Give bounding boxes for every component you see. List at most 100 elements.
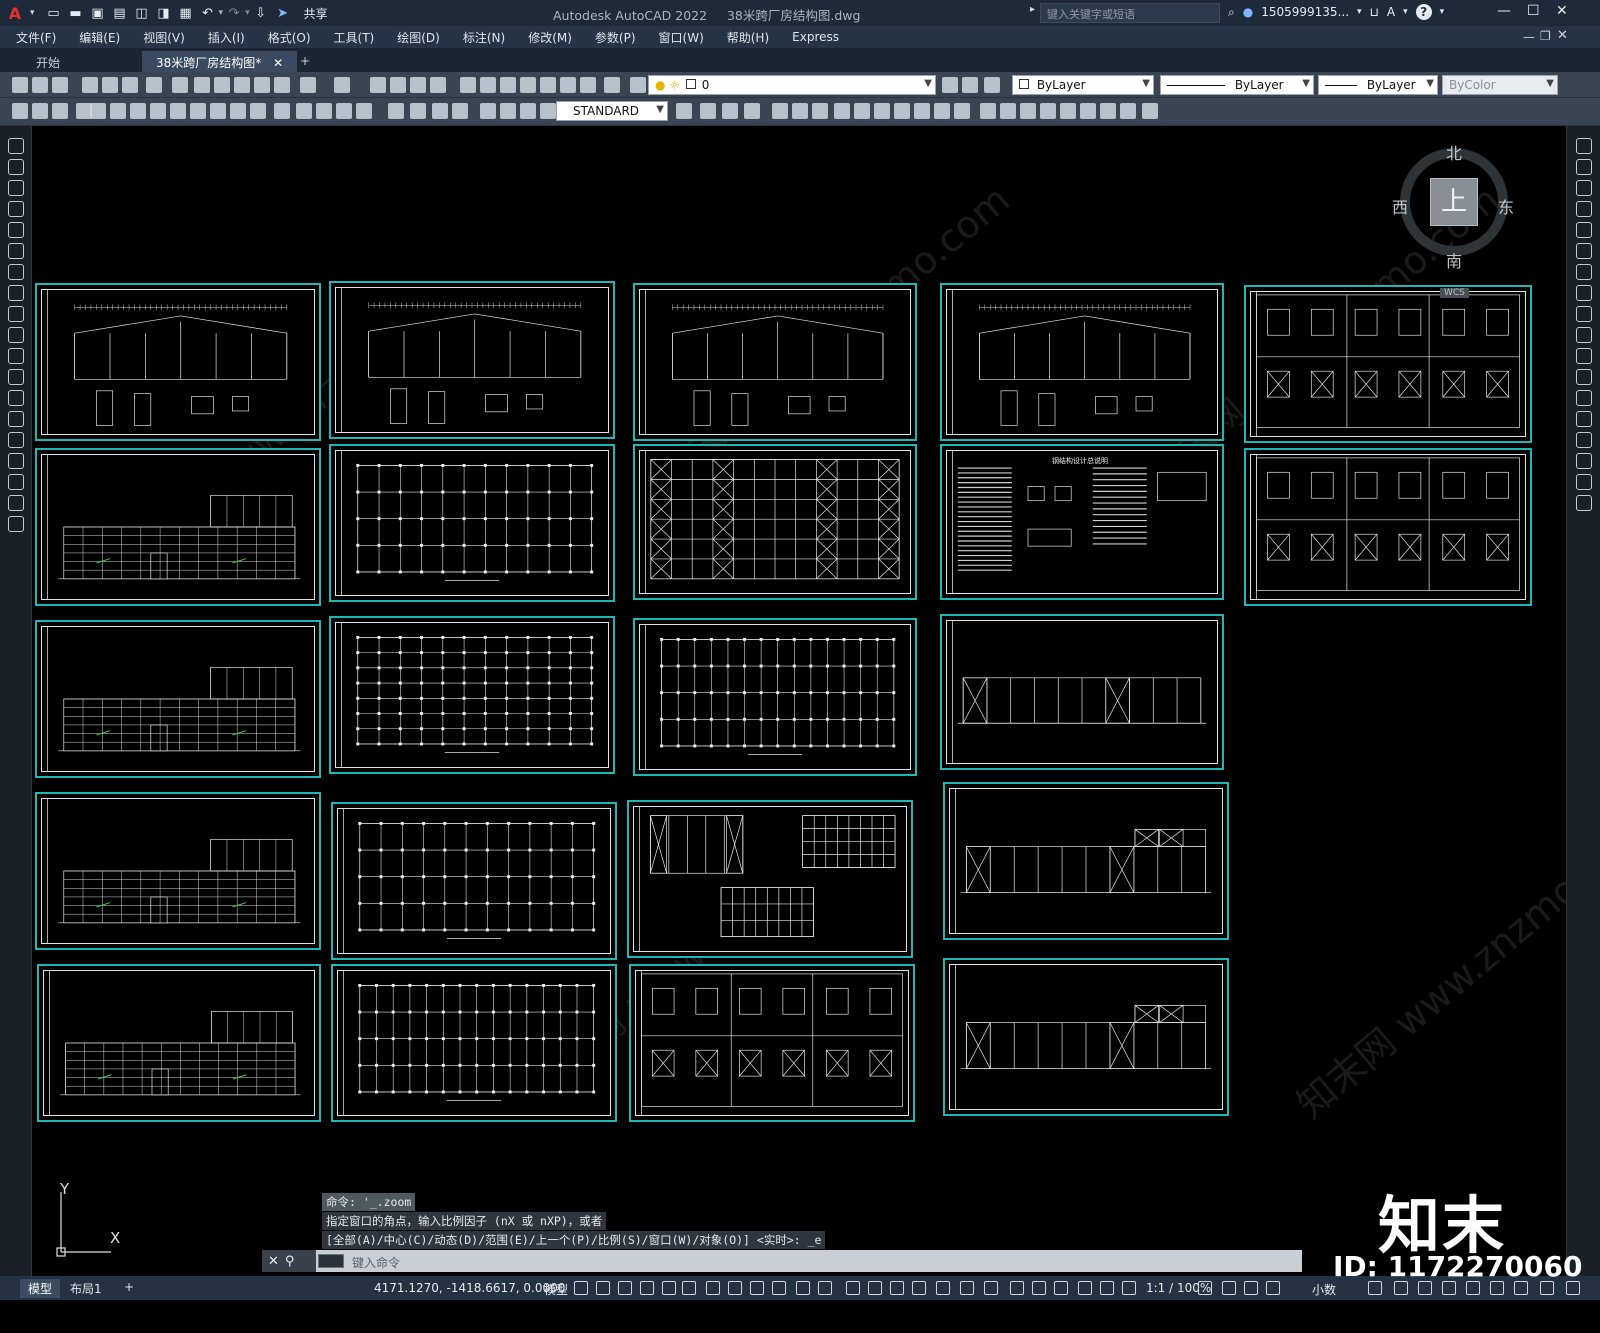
doc-close-icon[interactable]: ✕ xyxy=(1557,28,1568,43)
toolbar-tool-icon[interactable] xyxy=(676,103,692,119)
toolbar-tool-icon[interactable] xyxy=(296,103,312,119)
tab-model[interactable]: 模型 xyxy=(20,1279,61,1298)
toolbar-tool-icon[interactable] xyxy=(250,103,266,119)
drawing-sheet[interactable] xyxy=(943,782,1229,940)
toolbar-tool-icon[interactable] xyxy=(52,77,68,93)
share-button[interactable]: 共享 xyxy=(300,5,332,22)
modify-tool-icon[interactable] xyxy=(1576,453,1592,469)
viewcube-north[interactable]: 北 xyxy=(1446,140,1462,164)
toolbar-tool-icon[interactable] xyxy=(1142,103,1158,119)
layer-tool-icon[interactable] xyxy=(942,77,958,93)
linetype-dropdown[interactable]: ByLayer ▼ xyxy=(1160,75,1314,95)
modify-tool-icon[interactable] xyxy=(1576,180,1592,196)
toolbar-tool-icon[interactable] xyxy=(480,103,496,119)
modify-tool-icon[interactable] xyxy=(1576,222,1592,238)
draw-tool-icon[interactable] xyxy=(8,369,24,385)
color-dropdown[interactable]: ByLayer ▼ xyxy=(1012,75,1154,95)
modify-tool-icon[interactable] xyxy=(1576,243,1592,259)
toolbar-tool-icon[interactable] xyxy=(82,77,98,93)
menu-item[interactable]: 格式(O) xyxy=(268,29,311,46)
draw-tool-icon[interactable] xyxy=(8,348,24,364)
toolbar-tool-icon[interactable] xyxy=(52,103,68,119)
toolbar-tool-icon[interactable] xyxy=(560,77,576,93)
viewcube-south[interactable]: 南 xyxy=(1446,248,1462,272)
toolbar-tool-icon[interactable] xyxy=(370,77,386,93)
app-menu-chevron-icon[interactable]: ▾ xyxy=(30,8,35,18)
open-file-icon[interactable]: ▬ xyxy=(66,3,86,23)
command-close-icon[interactable]: ✕ xyxy=(268,1254,279,1269)
status-toggle-icon[interactable] xyxy=(796,1281,810,1295)
undo-chevron-icon[interactable]: ▾ xyxy=(219,8,224,18)
toolbar-tool-icon[interactable] xyxy=(480,77,496,93)
drawing-sheet[interactable]: 钢结构设计总说明 xyxy=(940,444,1224,600)
tab-add-button[interactable]: + xyxy=(286,51,324,72)
toolbar-tool-icon[interactable] xyxy=(580,77,596,93)
menu-item[interactable]: 参数(P) xyxy=(595,29,636,46)
toolbar-tool-icon[interactable] xyxy=(32,103,48,119)
menu-item[interactable]: 修改(M) xyxy=(528,29,572,46)
toolbar-tool-icon[interactable] xyxy=(172,77,188,93)
draw-tool-icon[interactable] xyxy=(8,201,24,217)
drawing-sheet[interactable] xyxy=(1244,285,1532,443)
drawing-sheet[interactable] xyxy=(329,616,615,774)
coordinate-readout[interactable]: 4171.1270, -1418.6617, 0.0000 xyxy=(374,1281,565,1295)
toolbar-tool-icon[interactable] xyxy=(854,103,870,119)
toolbar-tool-icon[interactable] xyxy=(388,103,404,119)
modify-tool-icon[interactable] xyxy=(1576,411,1592,427)
toolbar-tool-icon[interactable] xyxy=(540,77,556,93)
menu-item[interactable]: 工具(T) xyxy=(334,29,375,46)
tab-close-icon[interactable]: ✕ xyxy=(273,56,283,70)
drawing-sheet[interactable] xyxy=(629,964,915,1122)
menu-item[interactable]: 标注(N) xyxy=(463,29,505,46)
menu-item[interactable]: 视图(V) xyxy=(143,29,185,46)
tab-layout1[interactable]: 布局1 xyxy=(62,1279,110,1298)
draw-tool-icon[interactable] xyxy=(8,390,24,406)
draw-tool-icon[interactable] xyxy=(8,516,24,532)
toolbar-tool-icon[interactable] xyxy=(452,103,468,119)
draw-tool-icon[interactable] xyxy=(8,159,24,175)
help-chevron-icon[interactable]: ▾ xyxy=(1440,7,1445,17)
toolbar-tool-icon[interactable] xyxy=(834,103,850,119)
toolbar-tool-icon[interactable] xyxy=(12,77,28,93)
toolbar-tool-icon[interactable] xyxy=(812,103,828,119)
modify-tool-icon[interactable] xyxy=(1576,285,1592,301)
status-toggle-icon[interactable] xyxy=(1368,1281,1382,1295)
save-icon[interactable]: ▣ xyxy=(88,3,108,23)
new-file-icon[interactable]: ▭ xyxy=(44,3,64,23)
status-toggle-icon[interactable] xyxy=(890,1281,904,1295)
units-label[interactable]: 小数 xyxy=(1312,1281,1336,1298)
menu-item[interactable]: 文件(F) xyxy=(16,29,56,46)
toolbar-tool-icon[interactable] xyxy=(1040,103,1056,119)
tab-start[interactable]: 开始 xyxy=(22,51,74,72)
status-toggle-icon[interactable] xyxy=(728,1281,742,1295)
modify-tool-icon[interactable] xyxy=(1576,390,1592,406)
toolbar-tool-icon[interactable] xyxy=(214,77,230,93)
toolbar-tool-icon[interactable] xyxy=(954,103,970,119)
toolbar-tool-icon[interactable] xyxy=(874,103,890,119)
status-toggle-icon[interactable] xyxy=(1198,1281,1212,1295)
status-toggle-icon[interactable] xyxy=(1490,1281,1504,1295)
toolbar-tool-icon[interactable] xyxy=(500,77,516,93)
command-input[interactable]: 键入命令 xyxy=(352,1254,400,1271)
status-toggle-icon[interactable] xyxy=(1100,1281,1114,1295)
toolbar-tool-icon[interactable] xyxy=(792,103,808,119)
viewcube-east[interactable]: 东 xyxy=(1498,194,1514,218)
drawing-sheet[interactable] xyxy=(37,964,321,1122)
drawing-sheet[interactable] xyxy=(633,618,917,776)
toolbar-tool-icon[interactable] xyxy=(130,103,146,119)
drawing-sheet[interactable] xyxy=(331,964,617,1122)
plotstyle-dropdown[interactable]: ByColor ▼ xyxy=(1442,75,1558,95)
toolbar-tool-icon[interactable] xyxy=(110,103,126,119)
modify-tool-icon[interactable] xyxy=(1576,474,1592,490)
status-toggle-icon[interactable] xyxy=(1010,1281,1024,1295)
layer-dropdown[interactable]: ● ☼ 0 ▼ xyxy=(648,75,936,95)
status-toggle-icon[interactable] xyxy=(868,1281,882,1295)
toolbar-tool-icon[interactable] xyxy=(230,103,246,119)
draw-tool-icon[interactable] xyxy=(8,138,24,154)
viewcube-west[interactable]: 西 xyxy=(1392,194,1408,218)
status-toggle-icon[interactable] xyxy=(1442,1281,1456,1295)
status-toggle-icon[interactable] xyxy=(912,1281,926,1295)
text-style-dropdown[interactable]: STANDARD ▼ xyxy=(556,101,668,121)
drawing-sheet[interactable] xyxy=(329,281,615,439)
status-toggle-icon[interactable] xyxy=(640,1281,654,1295)
